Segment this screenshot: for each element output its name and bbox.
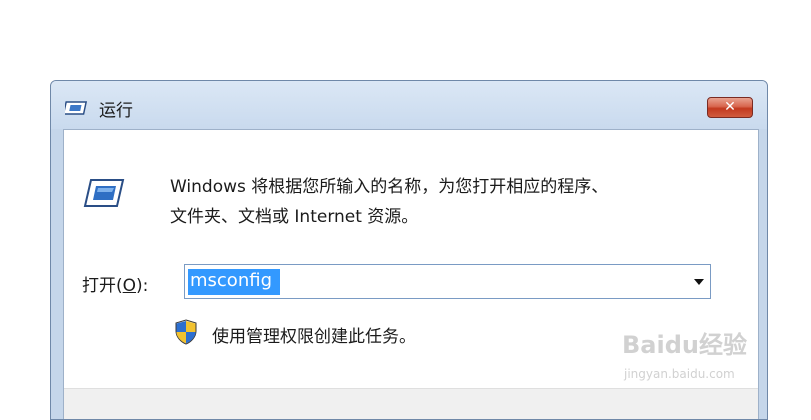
title-bar[interactable]: 运行 ✕ [51, 81, 767, 129]
open-input[interactable] [188, 268, 668, 294]
chevron-down-icon[interactable] [686, 265, 710, 298]
open-label-suffix: ): [136, 276, 149, 296]
run-large-icon [83, 179, 125, 207]
window-title: 运行 [99, 101, 133, 121]
watermark-url: jingyan.baidu.com [624, 367, 735, 381]
watermark: Baidu经验 jingyan.baidu.com [622, 325, 772, 395]
open-label-access-key: O [122, 276, 137, 296]
watermark-brand: Baidu经验 [622, 331, 747, 359]
uac-shield-icon [175, 319, 197, 345]
description-text: Windows 将根据您所输入的名称，为您打开相应的程序、 文件夹、文档或 In… [170, 172, 730, 232]
open-label: 打开(O): [82, 271, 148, 296]
run-icon [65, 101, 88, 115]
close-icon: ✕ [724, 99, 736, 115]
open-combobox[interactable]: msconfig [184, 264, 711, 299]
description-line-2: 文件夹、文档或 Internet 资源。 [170, 207, 419, 227]
open-label-prefix: 打开( [82, 276, 123, 296]
close-button[interactable]: ✕ [707, 97, 753, 118]
admin-privilege-note: 使用管理权限创建此任务。 [212, 327, 416, 347]
description-line-1: Windows 将根据您所输入的名称，为您打开相应的程序、 [170, 177, 609, 197]
